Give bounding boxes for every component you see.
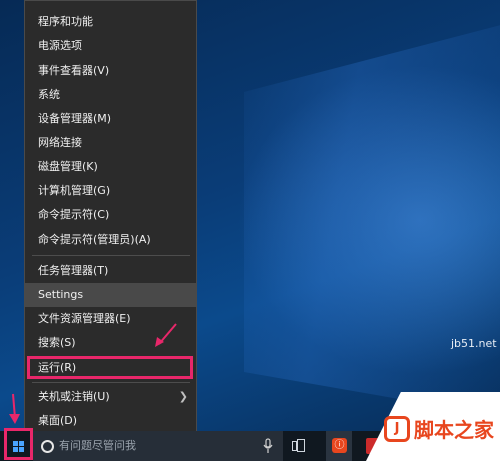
- menu-item-label: 磁盘管理(K): [38, 160, 98, 173]
- menu-item-label: 网络连接: [38, 136, 82, 149]
- menu-item-label: 任务管理器(T): [38, 264, 109, 277]
- menu-item-label: 电源选项: [38, 39, 82, 52]
- menu-item-label: 命令提示符(管理员)(A): [38, 233, 151, 246]
- menu-separator: [32, 255, 190, 256]
- menu-item-computer-management[interactable]: 计算机管理(G): [25, 179, 196, 203]
- menu-item-network-connections[interactable]: 网络连接: [25, 131, 196, 155]
- menu-item-power-options[interactable]: 电源选项: [25, 34, 196, 58]
- menu-item-label: 设备管理器(M): [38, 112, 112, 125]
- arrow-down-icon: [9, 393, 20, 424]
- menu-item-system[interactable]: 系统: [25, 83, 196, 107]
- menu-item-label: 关机或注销(U): [38, 390, 110, 403]
- menu-item-disk-management[interactable]: 磁盘管理(K): [25, 155, 196, 179]
- search-placeholder: 有问题尽管问我: [59, 439, 136, 452]
- menu-item-label: 桌面(D): [38, 414, 78, 427]
- cortana-icon: [41, 440, 54, 453]
- menu-item-programs-features[interactable]: 程序和功能: [25, 10, 196, 34]
- menu-item-label: 程序和功能: [38, 15, 93, 28]
- menu-item-device-manager[interactable]: 设备管理器(M): [25, 107, 196, 131]
- menu-item-label: 命令提示符(C): [38, 208, 110, 221]
- search-box[interactable]: 有问题尽管问我: [33, 431, 283, 461]
- run-highlight-box: [27, 356, 193, 379]
- menu-item-label: 系统: [38, 88, 60, 101]
- menu-item-label: 文件资源管理器(E): [38, 312, 131, 325]
- menu-item-shutdown-signout[interactable]: 关机或注销(U) ❯: [25, 385, 196, 409]
- menu-separator: [32, 382, 190, 383]
- menu-item-label: 搜索(S): [38, 336, 76, 349]
- app-icon: ⓘ: [332, 438, 347, 453]
- menu-item-command-prompt-admin[interactable]: 命令提示符(管理员)(A): [25, 228, 196, 252]
- chevron-right-icon: ❯: [178, 390, 188, 403]
- menu-item-task-manager[interactable]: 任务管理器(T): [25, 259, 196, 283]
- wallpaper-light-beam: [244, 20, 500, 420]
- menu-item-settings[interactable]: Settings: [25, 283, 196, 307]
- task-view-icon[interactable]: [292, 439, 305, 452]
- arrow-pointer-icon: [155, 323, 177, 347]
- menu-item-command-prompt[interactable]: 命令提示符(C): [25, 203, 196, 227]
- menu-item-label: 事件查看器(V): [38, 64, 110, 77]
- taskbar-app-button[interactable]: ⓘ: [326, 431, 352, 461]
- menu-item-event-viewer[interactable]: 事件查看器(V): [25, 59, 196, 83]
- watermark-logo: J: [384, 416, 410, 442]
- menu-item-label: 计算机管理(G): [38, 184, 111, 197]
- watermark-site: jb51.net: [451, 337, 497, 350]
- watermark-text: 脚本之家: [414, 418, 494, 442]
- menu-item-label: Settings: [38, 288, 84, 301]
- menu-item-desktop[interactable]: 桌面(D): [25, 409, 196, 433]
- microphone-icon[interactable]: [263, 438, 273, 454]
- start-highlight-box: [4, 428, 33, 460]
